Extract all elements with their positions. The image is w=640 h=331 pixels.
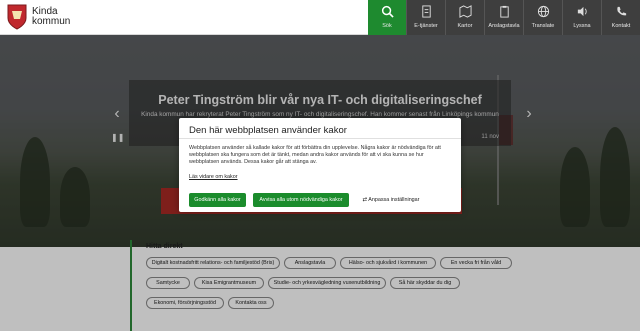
nav-e-services[interactable]: E-tjänster	[406, 0, 445, 35]
nav-listen[interactable]: Lyssna	[562, 0, 601, 35]
map-icon	[458, 5, 472, 18]
clipboard-icon	[499, 5, 509, 18]
customize-settings-label: Anpassa inställningar	[368, 197, 420, 203]
nav-search[interactable]: Sök	[368, 0, 406, 35]
quick-link-chip[interactable]: Anslagstavla	[284, 257, 336, 269]
accept-all-cookies-button[interactable]: Godkänn alla kakor	[189, 193, 246, 207]
dialog-divider	[179, 138, 461, 139]
document-icon	[421, 5, 431, 18]
search-icon	[381, 5, 394, 18]
quick-link-chip[interactable]: Samtycke	[146, 277, 190, 289]
quick-link-chip[interactable]: Så här skyddar du dig	[390, 277, 460, 289]
quick-link-chip[interactable]: Digitalt kostnadsfritt relations- och fa…	[146, 257, 280, 269]
site-header: Kinda kommun Sök E-tjänster Kartor Ansla…	[0, 0, 640, 35]
phone-icon	[616, 6, 626, 16]
quick-link-chip[interactable]: En vecka fri från våld	[440, 257, 512, 269]
globe-icon	[537, 5, 549, 18]
carousel-next-button[interactable]: ›	[522, 105, 536, 123]
nav-translate[interactable]: Translate	[523, 0, 562, 35]
quick-link-chip[interactable]: Studie- och yrkesvägledning vuxenutbildn…	[268, 277, 386, 289]
site-logo[interactable]: Kinda kommun	[6, 3, 70, 31]
read-more-cookies-link[interactable]: Läs vidare om kakor	[189, 174, 238, 180]
carousel-pause-button[interactable]: ❚❚	[111, 133, 124, 142]
carousel-prev-button[interactable]: ‹	[110, 105, 124, 123]
cookie-consent-dialog: Den här webbplatsen använder kakor Webbp…	[179, 118, 461, 212]
top-nav: Sök E-tjänster Kartor Anslagstavla Trans…	[368, 0, 640, 35]
quick-links-title: Hitta direkt	[146, 243, 183, 250]
logo-line2: kommun	[32, 16, 71, 27]
coat-of-arms-icon	[7, 4, 27, 30]
reject-non-essential-button[interactable]: Avvisa alla utom nödvändiga kakor	[253, 193, 349, 207]
cookie-dialog-body: Webbplatsen använder så kallade kakor fö…	[189, 145, 441, 165]
nav-contact[interactable]: Kontakt	[601, 0, 640, 35]
cookie-dialog-title: Den här webbplatsen använder kakor	[189, 125, 347, 136]
slide-title: Peter Tingström blir vår nya IT- och dig…	[158, 93, 482, 107]
quick-link-chip[interactable]: Ekonomi, försörjningsstöd	[146, 297, 224, 309]
quick-links-section: Hitta direkt Digitalt kostnadsfritt rela…	[130, 240, 512, 331]
slide-date: 11 nov	[481, 134, 499, 140]
nav-maps[interactable]: Kartor	[445, 0, 484, 35]
quick-link-chip[interactable]: Hälso- och sjukvård i kommunen	[340, 257, 436, 269]
nav-noticeboard[interactable]: Anslagstavla	[484, 0, 523, 35]
quick-link-chip[interactable]: Kontakta oss	[228, 297, 274, 309]
customize-settings-button[interactable]: ⇄ Anpassa inställningar	[359, 193, 423, 207]
speaker-icon	[577, 6, 587, 17]
quick-link-chip[interactable]: Kisa Emigrantmuseum	[194, 277, 264, 289]
